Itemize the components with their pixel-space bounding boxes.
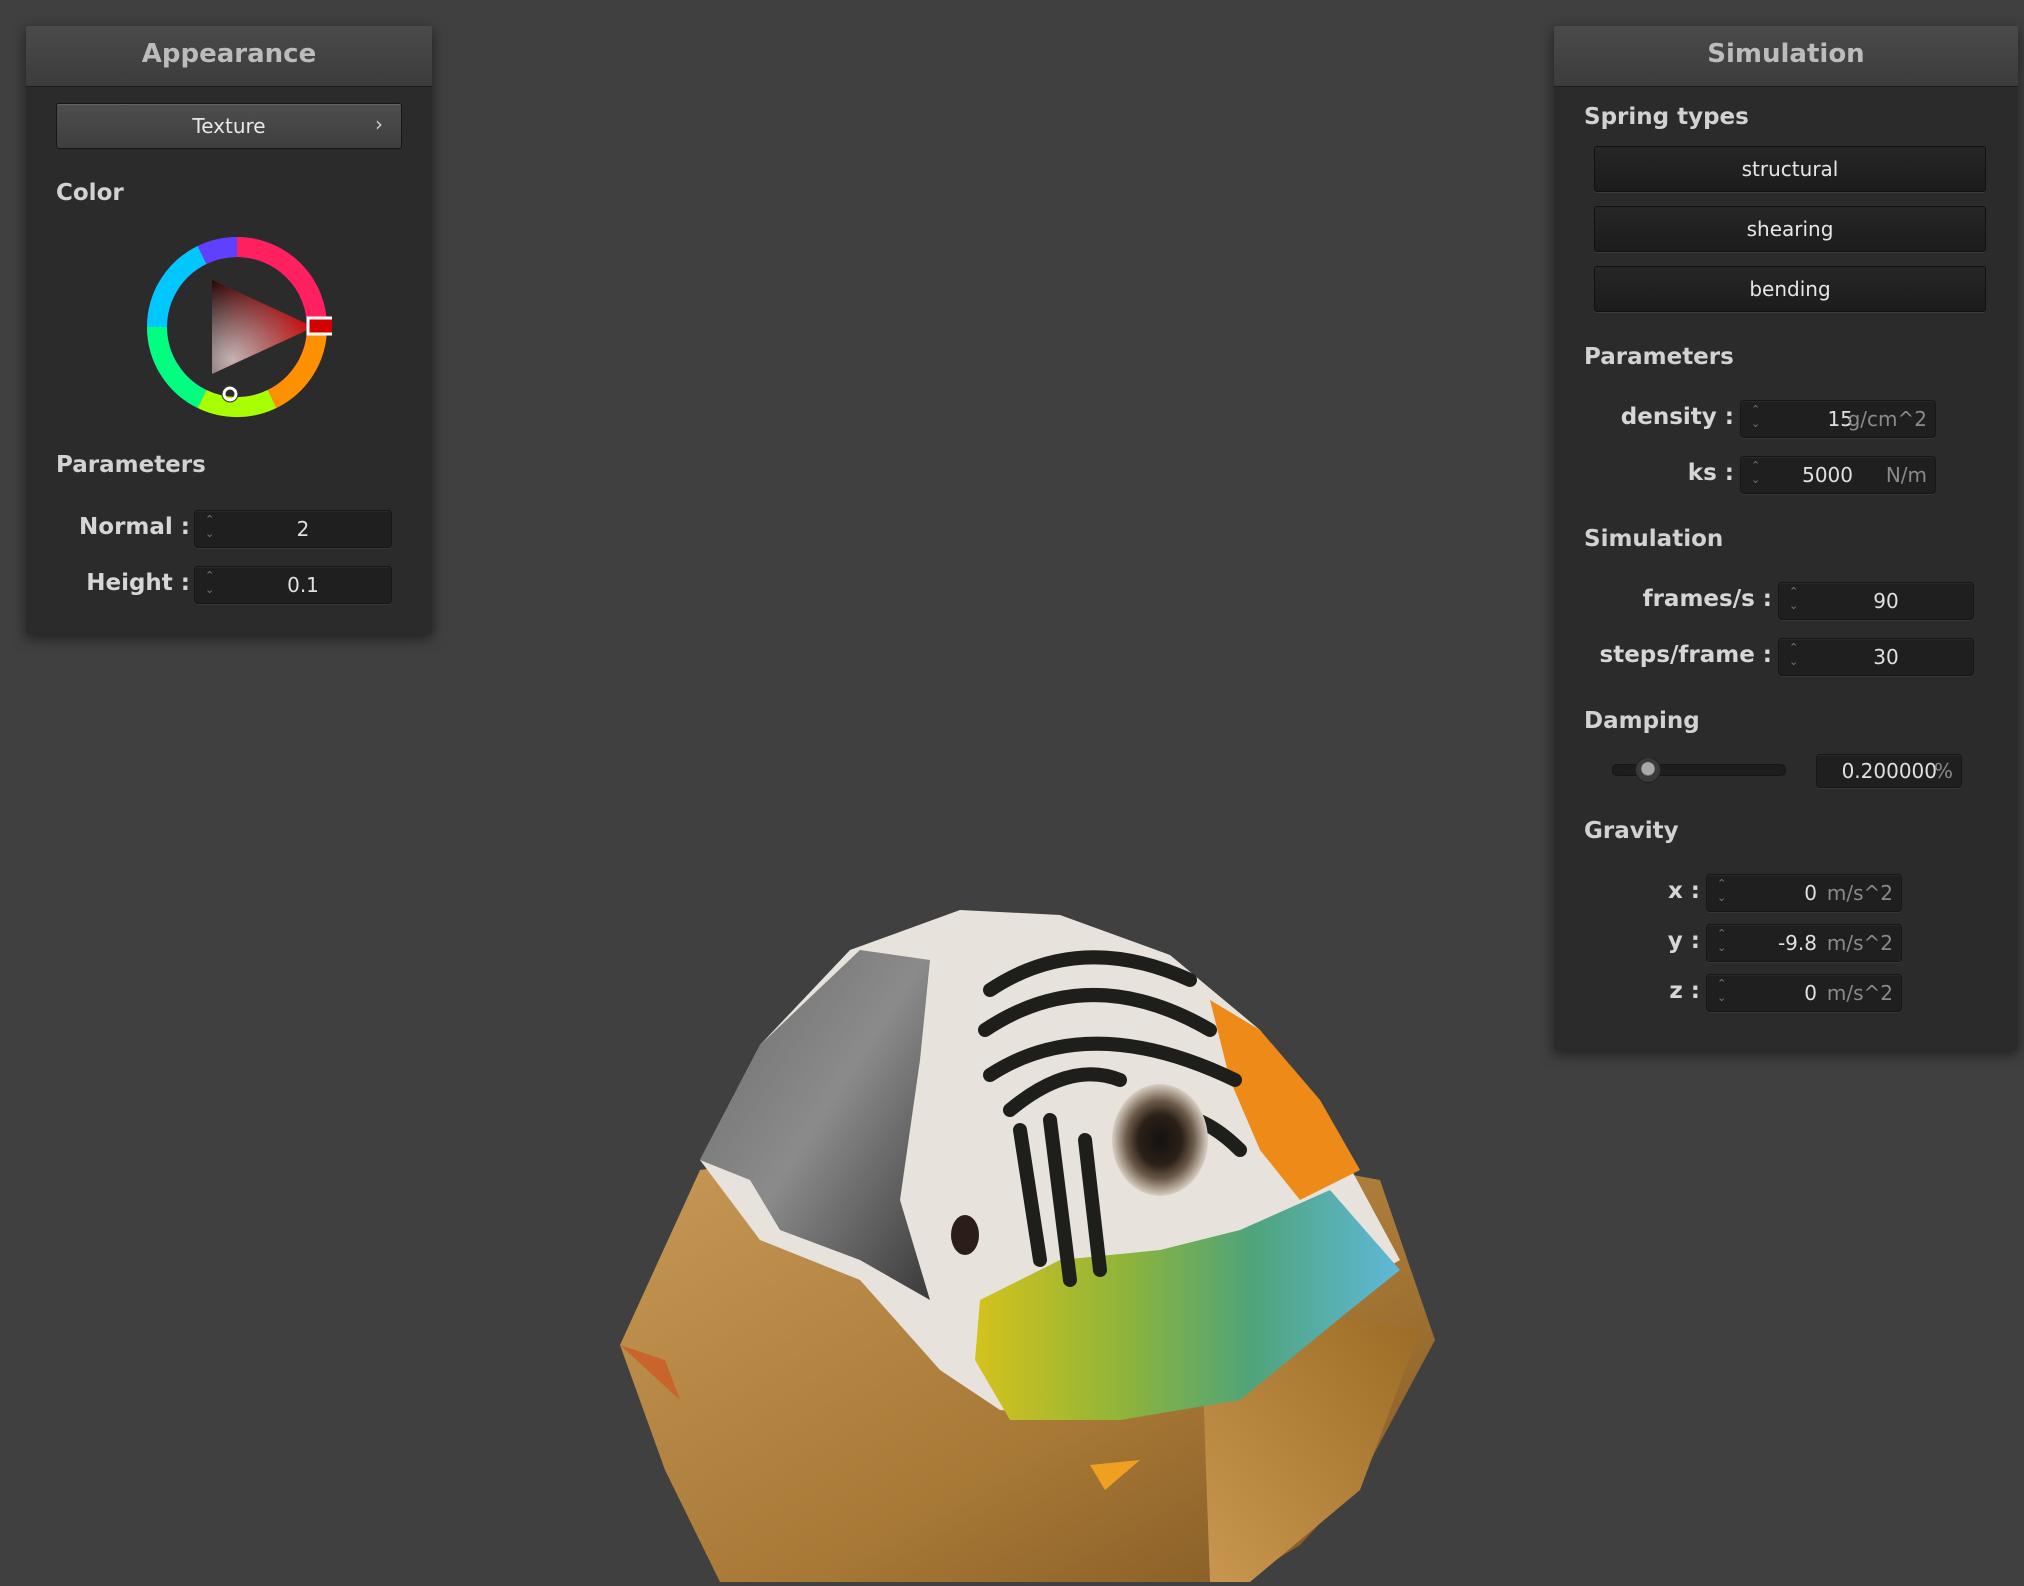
damping-title: Damping <box>1584 708 1700 734</box>
spinner-icon[interactable]: ⌃ ⌄ <box>1717 977 1727 1009</box>
steps-input[interactable]: ⌃ ⌄ 30 <box>1778 638 1974 676</box>
gravity-x-value: 0 <box>1804 881 1817 905</box>
fps-label: frames/s : <box>1642 586 1772 612</box>
density-unit: g/cm^2 <box>1847 407 1927 431</box>
steps-value: 30 <box>1873 645 1899 669</box>
normal-value: 2 <box>296 517 310 541</box>
gravity-z-input[interactable]: ⌃ ⌄ 0 m/s^2 <box>1706 974 1902 1012</box>
spring-types-title: Spring types <box>1584 104 1749 130</box>
appearance-panel-title: Appearance <box>26 26 432 87</box>
normal-label: Normal : <box>79 514 190 540</box>
steps-label: steps/frame : <box>1599 642 1772 668</box>
color-section-title: Color <box>56 180 124 206</box>
appearance-panel: Appearance Texture › Color Parameters No… <box>26 26 432 634</box>
hue-selector <box>306 316 336 336</box>
gravity-y-input[interactable]: ⌃ ⌄ -9.8 m/s^2 <box>1706 924 1902 962</box>
simulation-parameters-title: Parameters <box>1584 344 1734 370</box>
spinner-icon[interactable]: ⌃ ⌄ <box>205 513 215 545</box>
texture-button-label: Texture <box>192 114 266 138</box>
spinner-icon[interactable]: ⌃ ⌄ <box>1717 877 1727 909</box>
shearing-button[interactable]: shearing <box>1594 206 1986 252</box>
spinner-icon[interactable]: ⌃ ⌄ <box>1789 641 1799 673</box>
texture-button[interactable]: Texture › <box>56 103 402 149</box>
fps-value: 90 <box>1873 589 1899 613</box>
gravity-title: Gravity <box>1584 818 1679 844</box>
gravity-z-unit: m/s^2 <box>1826 981 1893 1005</box>
normal-input[interactable]: ⌃ ⌄ 2 <box>194 510 392 548</box>
ks-value: 5000 <box>1802 463 1853 487</box>
height-input[interactable]: ⌃ ⌄ 0.1 <box>194 566 392 604</box>
spinner-icon[interactable]: ⌃ ⌄ <box>1717 927 1727 959</box>
ks-label: ks : <box>1687 460 1734 486</box>
height-label: Height : <box>86 570 190 596</box>
density-input[interactable]: ⌃ ⌄ 15 g/cm^2 <box>1740 400 1936 438</box>
color-wheel[interactable] <box>142 232 336 422</box>
damping-value: 0.200000 <box>1841 759 1937 783</box>
gravity-z-label: z : <box>1669 978 1700 1004</box>
gravity-y-unit: m/s^2 <box>1826 931 1893 955</box>
density-label: density : <box>1620 404 1734 430</box>
gravity-x-unit: m/s^2 <box>1826 881 1893 905</box>
damping-unit: % <box>1933 759 1953 783</box>
chevron-right-icon: › <box>375 112 383 136</box>
fps-input[interactable]: ⌃ ⌄ 90 <box>1778 582 1974 620</box>
damping-input[interactable]: 0.200000 % <box>1816 754 1962 788</box>
gravity-x-input[interactable]: ⌃ ⌄ 0 m/s^2 <box>1706 874 1902 912</box>
gravity-y-label: y : <box>1667 928 1700 954</box>
structural-button[interactable]: structural <box>1594 146 1986 192</box>
simulation-panel-title: Simulation <box>1554 26 2018 87</box>
appearance-parameters-title: Parameters <box>56 452 206 478</box>
simulation-panel: Simulation Spring types structural shear… <box>1554 26 2018 1050</box>
ks-input[interactable]: ⌃ ⌄ 5000 N/m <box>1740 456 1936 494</box>
gravity-z-value: 0 <box>1804 981 1817 1005</box>
spinner-icon[interactable]: ⌃ ⌄ <box>205 569 215 601</box>
spinner-icon[interactable]: ⌃ ⌄ <box>1789 585 1799 617</box>
bending-button[interactable]: bending <box>1594 266 1986 312</box>
height-value: 0.1 <box>287 573 319 597</box>
ks-unit: N/m <box>1885 463 1927 487</box>
simulation-section-title: Simulation <box>1584 526 1724 552</box>
spinner-icon[interactable]: ⌃ ⌄ <box>1751 403 1761 435</box>
damping-slider-knob[interactable] <box>1634 757 1661 783</box>
gravity-y-value: -9.8 <box>1777 931 1817 955</box>
gravity-x-label: x : <box>1667 878 1700 904</box>
spinner-icon[interactable]: ⌃ ⌄ <box>1751 459 1761 491</box>
